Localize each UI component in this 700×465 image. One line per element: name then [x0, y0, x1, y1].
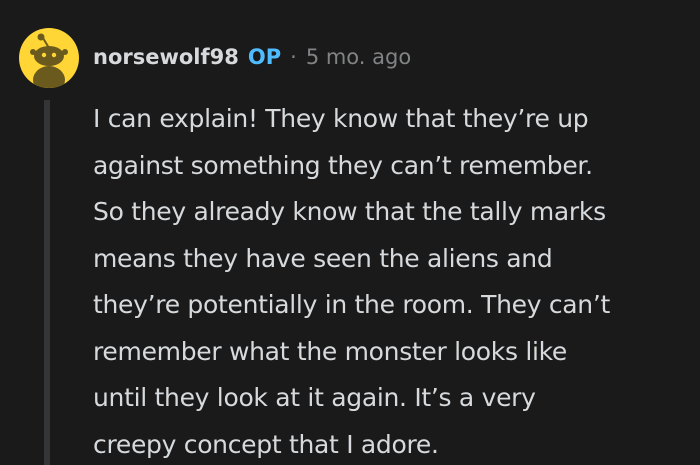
op-badge: OP: [247, 45, 282, 69]
comment-body-line: means they have seen the aliens and: [93, 243, 553, 273]
snoo-avatar-icon: [30, 33, 68, 88]
separator-dot: ·: [290, 45, 297, 69]
comment: norsewolf98 OP · 5 mo. ago I can explain…: [0, 0, 700, 465]
comment-body-line: remember what the monster looks like: [93, 336, 567, 366]
timestamp-link[interactable]: 5 mo. ago: [306, 45, 411, 69]
comment-body-line: I can explain! They know that they’re up: [93, 104, 589, 133]
comment-body-line: So they already know that the tally mark…: [93, 197, 606, 226]
comment-body-line: they’re potentially in the room. They ca…: [93, 290, 610, 319]
avatar[interactable]: [19, 28, 79, 88]
comment-body-line: against something they can’t remember.: [93, 150, 593, 180]
comment-body: I can explain! They know that they’re up…: [93, 96, 683, 465]
username-link[interactable]: norsewolf98: [93, 45, 239, 69]
comment-body-line: until they look at it again. It’s a very: [93, 383, 536, 412]
comment-body-line: creepy concept that I adore.: [93, 429, 439, 459]
thread-line[interactable]: [44, 100, 50, 465]
comment-header: norsewolf98 OP · 5 mo. ago: [93, 40, 411, 74]
